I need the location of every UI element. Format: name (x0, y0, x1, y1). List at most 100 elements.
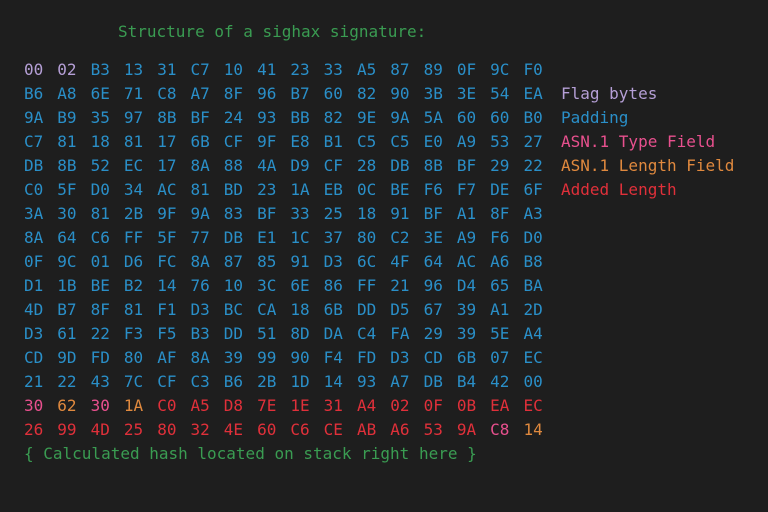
hex-byte: 3A (24, 204, 44, 223)
hex-byte: 60 (257, 420, 277, 439)
hex-byte: 43 (90, 372, 110, 391)
hex-byte: CE (323, 420, 343, 439)
hex-byte: 31 (157, 60, 177, 79)
hex-byte: 39 (456, 300, 477, 319)
hex-byte: 5F (157, 228, 177, 247)
hex-row: C7 81 18 81 17 6B CF 9F E8 B1 C5 C5 E0 A9 53 27 (24, 130, 557, 154)
hex-byte: F5 (157, 324, 177, 343)
hex-byte: A6 (390, 420, 410, 439)
hex-byte: 6B (323, 300, 343, 319)
hex-byte: D3 (390, 348, 410, 367)
hex-byte: 10 (223, 276, 244, 295)
hex-byte: D3 (323, 252, 343, 271)
hex-byte: 91 (390, 204, 410, 223)
hex-byte: 1A (290, 180, 310, 199)
hex-byte: CF (223, 132, 244, 151)
hex-row: 8A 64 C6 FF 5F 77 DB E1 1C 37 80 C2 3E A9 F6 D0 (24, 226, 557, 250)
hex-byte: B6 (24, 84, 44, 103)
hex-byte: CA (257, 300, 277, 319)
hex-byte: 77 (190, 228, 210, 247)
hex-byte: 60 (490, 108, 510, 127)
hex-byte: 22 (57, 372, 77, 391)
hex-byte: FF (356, 276, 377, 295)
hex-byte: 6E (290, 276, 310, 295)
hex-byte: C6 (290, 420, 310, 439)
legend-item-asn-length: ASN.1 Length Field (561, 156, 735, 175)
hex-byte: 14 (323, 372, 343, 391)
hex-byte: B9 (57, 108, 77, 127)
hex-byte: D0 (90, 180, 110, 199)
hex-byte: 00 (523, 372, 543, 391)
hex-byte: 8F (223, 84, 244, 103)
hex-byte: C2 (390, 228, 410, 247)
hex-row: DB 8B 52 EC 17 8A 88 4A D9 CF 28 DB 8B BF 29 22 (24, 154, 557, 178)
hex-byte: BA (523, 276, 543, 295)
hex-byte: 41 (257, 60, 277, 79)
hex-byte: 96 (257, 84, 277, 103)
hex-byte: 60 (323, 84, 343, 103)
hex-byte: EC (523, 348, 543, 367)
hex-byte: 87 (223, 252, 244, 271)
hex-byte: 8B (57, 156, 77, 175)
hex-byte: 9A (456, 420, 477, 439)
hex-byte: 9A (24, 108, 44, 127)
hex-byte: 5E (490, 324, 510, 343)
hex-byte: 2D (523, 300, 543, 319)
hex-byte: 88 (223, 156, 244, 175)
hex-byte: 1E (290, 396, 310, 415)
hex-byte: 64 (57, 228, 77, 247)
hex-byte: 34 (123, 180, 144, 199)
hex-byte: 93 (356, 372, 377, 391)
hex-byte: D5 (390, 300, 410, 319)
hex-byte: 71 (123, 84, 144, 103)
hex-byte: 1A (123, 396, 144, 415)
hex-byte: FD (356, 348, 377, 367)
hex-byte: A9 (456, 228, 477, 247)
hex-byte: AF (157, 348, 177, 367)
hex-byte: 33 (290, 204, 310, 223)
hex-row: D3 61 22 F3 F5 B3 DD 51 8D DA C4 FA 29 39 5E A4 (24, 322, 557, 346)
hex-byte: B8 (523, 252, 543, 271)
hex-byte: CD (423, 348, 443, 367)
hex-byte: A9 (456, 132, 477, 151)
hex-byte: 0F (24, 252, 44, 271)
hex-byte: B7 (290, 84, 310, 103)
hex-byte: 4A (257, 156, 277, 175)
hex-row: CD 9D FD 80 AF 8A 39 99 90 F4 FD D3 CD 6B 07 EC (24, 346, 557, 370)
hex-byte: BD (223, 180, 244, 199)
hex-byte: 86 (323, 276, 343, 295)
hex-byte: 65 (490, 276, 510, 295)
hex-byte: CF (323, 156, 343, 175)
hex-byte: 30 (90, 396, 110, 415)
hex-byte: A4 (523, 324, 543, 343)
hex-byte: AB (356, 420, 377, 439)
hex-byte: B1 (323, 132, 343, 151)
hex-byte: 17 (157, 132, 177, 151)
hex-byte: D0 (523, 228, 543, 247)
hex-byte: EC (523, 396, 543, 415)
hex-byte: 90 (290, 348, 310, 367)
hex-byte: 82 (323, 108, 343, 127)
hex-byte: BF (190, 108, 210, 127)
hex-byte: 8D (290, 324, 310, 343)
hex-byte: 17 (157, 156, 177, 175)
hex-byte: A8 (57, 84, 77, 103)
hex-byte: DE (490, 180, 510, 199)
hex-byte: 6B (190, 132, 210, 151)
hex-byte: 64 (423, 252, 443, 271)
hex-byte: 0F (423, 396, 443, 415)
hex-byte: 96 (423, 276, 443, 295)
hex-byte: 0C (356, 180, 377, 199)
hex-byte: 83 (223, 204, 244, 223)
hex-byte: 52 (90, 156, 110, 175)
hex-byte: C5 (356, 132, 377, 151)
hex-byte: 39 (223, 348, 244, 367)
hex-byte: BE (390, 180, 410, 199)
hex-byte: AC (456, 252, 477, 271)
hex-byte: 3E (456, 84, 477, 103)
hex-byte: 23 (290, 60, 310, 79)
hex-byte: 9E (356, 108, 377, 127)
hex-byte: C5 (390, 132, 410, 151)
hex-byte: F6 (423, 180, 443, 199)
hex-byte: 8A (190, 156, 210, 175)
